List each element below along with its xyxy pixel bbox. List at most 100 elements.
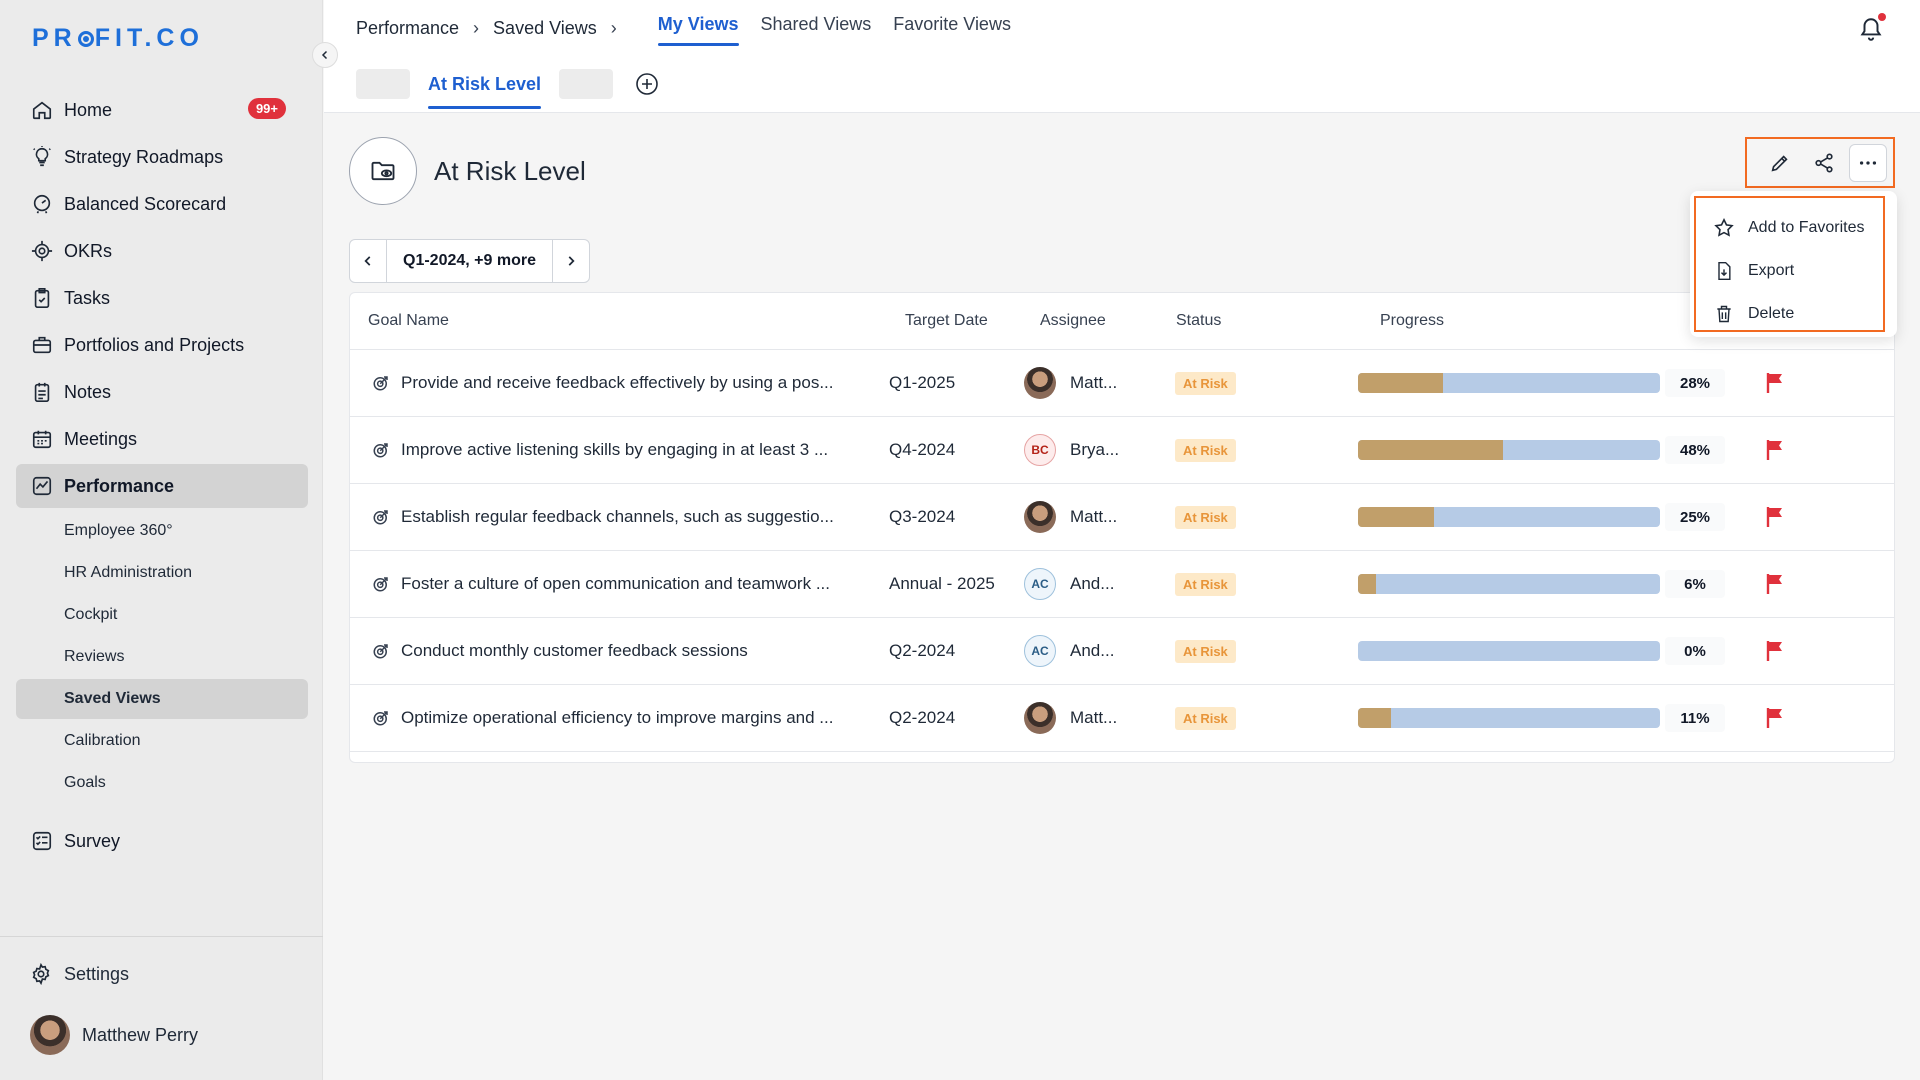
sidebar-item-hr-administration[interactable]: HR Administration xyxy=(16,553,308,593)
tab-at-risk-level[interactable]: At Risk Level xyxy=(428,56,542,113)
flag-icon[interactable] xyxy=(1765,707,1785,729)
nav-item-portfolios-and-projects[interactable]: Portfolios and Projects xyxy=(16,323,308,367)
user-profile[interactable]: Matthew Perry xyxy=(16,1015,307,1055)
status-cell: At Risk xyxy=(1175,640,1236,663)
goal-icon xyxy=(372,441,390,459)
performance-icon xyxy=(30,474,54,498)
avatar: AC xyxy=(1024,635,1056,667)
nav-item-okrs[interactable]: OKRs xyxy=(16,229,308,273)
column-header-assignee[interactable]: Assignee xyxy=(1040,312,1106,330)
assignee[interactable]: Matt... xyxy=(1024,702,1117,734)
sidebar-item-employee-360[interactable]: Employee 360° xyxy=(16,511,308,551)
goal-name[interactable]: Conduct monthly customer feedback sessio… xyxy=(401,641,891,661)
more-options-button[interactable] xyxy=(1849,143,1887,182)
settings-link[interactable]: Settings xyxy=(16,959,307,989)
sidebar-item-reviews[interactable]: Reviews xyxy=(16,637,308,677)
collapse-sidebar-button[interactable] xyxy=(312,42,338,68)
views-tabs: My Views Shared Views Favorite Views xyxy=(647,0,1022,56)
share-button[interactable] xyxy=(1805,144,1843,182)
goal-name[interactable]: Optimize operational efficiency to impro… xyxy=(401,708,891,728)
notifications-button[interactable] xyxy=(1858,13,1886,42)
sidebar-item-cockpit[interactable]: Cockpit xyxy=(16,595,308,635)
column-header-goal-name[interactable]: Goal Name xyxy=(368,312,449,330)
assignee[interactable]: BC Brya... xyxy=(1024,434,1119,466)
goal-name[interactable]: Foster a culture of open communication a… xyxy=(401,574,891,594)
tab-placeholder[interactable] xyxy=(356,69,410,99)
logo-text-start: PR xyxy=(32,24,77,52)
target-date: Annual - 2025 xyxy=(889,574,995,593)
more-horizontal-icon xyxy=(1859,160,1877,165)
profit-co-logo[interactable]: PR FIT.CO xyxy=(32,24,204,53)
status-cell: At Risk xyxy=(1175,573,1236,596)
period-label[interactable]: Q1-2024, +9 more xyxy=(386,240,553,282)
performance-subnav: Employee 360° HR Administration Cockpit … xyxy=(16,511,308,803)
flag-icon[interactable] xyxy=(1765,506,1785,528)
table-row[interactable]: Conduct monthly customer feedback sessio… xyxy=(350,618,1894,685)
nav-item-label: OKRs xyxy=(64,240,113,261)
assignee[interactable]: Matt... xyxy=(1024,501,1117,533)
menu-item-add-to-favorites[interactable]: Add to Favorites xyxy=(1696,206,1883,249)
column-header-status[interactable]: Status xyxy=(1176,312,1221,330)
nav-item-label: Home xyxy=(64,99,113,120)
edit-button[interactable] xyxy=(1761,144,1799,182)
progress-bar-fill xyxy=(1358,708,1392,728)
status-badge: At Risk xyxy=(1175,439,1236,462)
tab-shared-views[interactable]: Shared Views xyxy=(750,0,883,52)
assignee-name: And... xyxy=(1070,641,1115,660)
target-date: Q2-2024 xyxy=(889,641,956,660)
flag-icon[interactable] xyxy=(1765,573,1785,595)
column-header-progress[interactable]: Progress xyxy=(1380,312,1444,330)
column-header-target-date[interactable]: Target Date xyxy=(905,312,988,330)
table-row[interactable]: Provide and receive feedback effectively… xyxy=(350,350,1894,417)
goal-name[interactable]: Provide and receive feedback effectively… xyxy=(401,373,891,393)
chevron-right-icon xyxy=(568,256,575,266)
table-row[interactable]: Foster a culture of open communication a… xyxy=(350,551,1894,618)
nav-item-performance[interactable]: Performance xyxy=(16,464,308,508)
nav-item-home[interactable]: Home 99+ xyxy=(16,88,308,132)
table-row[interactable]: Establish regular feedback channels, suc… xyxy=(350,484,1894,551)
menu-item-delete[interactable]: Delete xyxy=(1696,292,1883,335)
flag-icon[interactable] xyxy=(1765,372,1785,394)
sidebar-item-saved-views[interactable]: Saved Views xyxy=(16,679,308,719)
avatar xyxy=(30,1015,70,1055)
add-view-button[interactable] xyxy=(635,72,659,96)
nav-item-strategy-roadmaps[interactable]: Strategy Roadmaps xyxy=(16,135,308,179)
calendar-icon xyxy=(30,427,54,451)
status-badge: At Risk xyxy=(1175,707,1236,730)
nav-item-label: Balanced Scorecard xyxy=(64,193,227,214)
flag-icon[interactable] xyxy=(1765,439,1785,461)
menu-item-export[interactable]: Export xyxy=(1696,249,1883,292)
top-bar: Performance › Saved Views › My Views Sha… xyxy=(324,0,1920,56)
flag-icon[interactable] xyxy=(1765,640,1785,662)
tab-my-views[interactable]: My Views xyxy=(647,0,750,52)
table-row[interactable]: Improve active listening skills by engag… xyxy=(350,417,1894,484)
goal-name[interactable]: Establish regular feedback channels, suc… xyxy=(401,507,891,527)
breadcrumb-performance[interactable]: Performance xyxy=(356,18,459,39)
nav-item-meetings[interactable]: Meetings xyxy=(16,417,308,461)
table-row[interactable]: Optimize operational efficiency to impro… xyxy=(350,685,1894,752)
goal-name[interactable]: Improve active listening skills by engag… xyxy=(401,440,891,460)
avatar: BC xyxy=(1024,434,1056,466)
sidebar-item-goals[interactable]: Goals xyxy=(16,763,308,803)
target-icon xyxy=(30,239,54,263)
status-badge: At Risk xyxy=(1175,573,1236,596)
nav-item-tasks[interactable]: Tasks xyxy=(16,276,308,320)
next-period-button[interactable] xyxy=(553,240,589,282)
assignee[interactable]: Matt... xyxy=(1024,367,1117,399)
nav-item-balanced-scorecard[interactable]: Balanced Scorecard xyxy=(16,182,308,226)
status-cell: At Risk xyxy=(1175,707,1236,730)
avatar xyxy=(1024,367,1056,399)
tab-placeholder[interactable] xyxy=(559,69,614,99)
previous-period-button[interactable] xyxy=(350,240,386,282)
nav-item-notes[interactable]: Notes xyxy=(16,370,308,414)
nav-item-label: Tasks xyxy=(64,287,111,308)
tab-favorite-views[interactable]: Favorite Views xyxy=(882,0,1022,52)
sidebar-item-calibration[interactable]: Calibration xyxy=(16,721,308,761)
assignee[interactable]: AC And... xyxy=(1024,568,1114,600)
target-date: Q2-2024 xyxy=(889,708,956,727)
nav-item-survey[interactable]: Survey xyxy=(16,819,308,863)
breadcrumb-saved-views[interactable]: Saved Views xyxy=(493,18,597,39)
status-badge: At Risk xyxy=(1175,372,1236,395)
assignee[interactable]: AC And... xyxy=(1024,635,1114,667)
progress-bar-fill xyxy=(1358,507,1434,527)
